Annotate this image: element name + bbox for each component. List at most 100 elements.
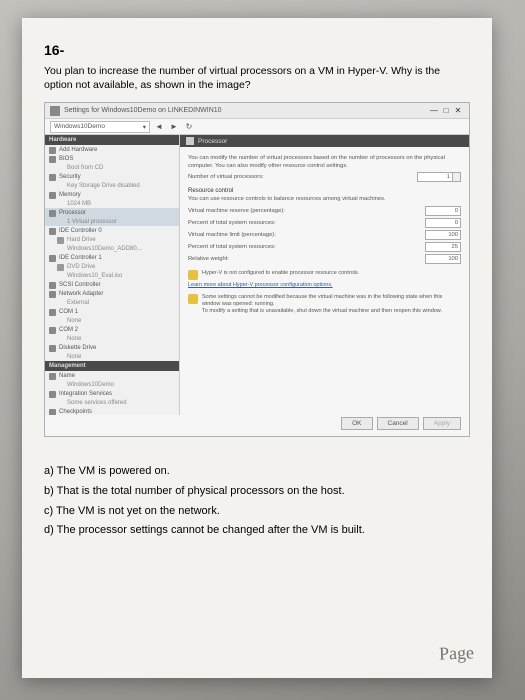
memory-icon xyxy=(49,192,56,199)
sidebar-item-com1-detail: None xyxy=(45,316,179,325)
reserve-label: Virtual machine reserve (percentage): xyxy=(188,208,425,214)
sidebar-item-memory[interactable]: Memory xyxy=(45,190,179,199)
pct-total1-label: Percent of total system resources: xyxy=(188,220,425,226)
limit-label: Virtual machine limit (percentage): xyxy=(188,232,425,238)
disk-icon xyxy=(57,237,64,244)
pct-total2-label: Percent of total system resources: xyxy=(188,244,425,250)
controller-icon xyxy=(49,255,56,262)
vm-selector-value: Windows10Demo xyxy=(54,123,105,131)
sidebar-item-com1[interactable]: COM 1 xyxy=(45,307,179,316)
processor-icon xyxy=(49,210,56,217)
vm-selector[interactable]: Windows10Demo ▾ xyxy=(50,121,150,133)
hardware-section-header: Hardware xyxy=(45,135,179,145)
ok-button[interactable]: OK xyxy=(341,417,372,430)
close-button[interactable]: ✕ xyxy=(452,106,464,115)
name-icon xyxy=(49,373,56,380)
sidebar-item-bios[interactable]: BIOS xyxy=(45,154,179,163)
services-icon xyxy=(49,391,56,398)
nav-next-button[interactable]: ► xyxy=(168,122,180,131)
vproc-input: 1 xyxy=(417,172,453,182)
weight-input[interactable]: 100 xyxy=(425,254,461,264)
content-pane: Processor You can modify the number of v… xyxy=(180,135,469,415)
answer-b: b) That is the total number of physical … xyxy=(44,483,470,501)
apply-button: Apply xyxy=(423,417,461,430)
answer-choices: a) The VM is powered on. b) That is the … xyxy=(44,463,470,539)
content-title: Processor xyxy=(198,138,227,145)
sidebar-item-diskette-detail: None xyxy=(45,352,179,361)
question-text: You plan to increase the number of virtu… xyxy=(44,64,470,92)
sidebar-item-name[interactable]: Name xyxy=(45,371,179,380)
answer-c: c) The VM is not yet on the network. xyxy=(44,503,470,521)
reserve-input[interactable]: 0 xyxy=(425,206,461,216)
title-bar: Settings for Windows10Demo on LINKEDINWI… xyxy=(45,103,469,119)
question-number: 16- xyxy=(44,42,470,58)
com-icon xyxy=(49,309,56,316)
chevron-down-icon: ▾ xyxy=(143,123,146,131)
sidebar-item-bios-detail: Boot from CD xyxy=(45,163,179,172)
sidebar-item-dvddrive[interactable]: DVD Drive xyxy=(45,262,179,271)
sidebar-item-ide0[interactable]: IDE Controller 0 xyxy=(45,226,179,235)
sidebar-item-network[interactable]: Network Adapter xyxy=(45,289,179,298)
sidebar-item-security-detail: Key Storage Drive disabled xyxy=(45,181,179,190)
sidebar-item-checkpoints[interactable]: Checkpoints xyxy=(45,407,179,415)
minimize-button[interactable]: — xyxy=(428,106,440,115)
management-section-header: Management xyxy=(45,361,179,371)
settings-sidebar: Hardware Add Hardware BIOS Boot from CD … xyxy=(45,135,180,415)
answer-a: a) The VM is powered on. xyxy=(44,463,470,481)
bios-icon xyxy=(49,156,56,163)
sidebar-item-add-hardware[interactable]: Add Hardware xyxy=(45,145,179,154)
warning-icon xyxy=(188,270,198,280)
sidebar-item-ide1[interactable]: IDE Controller 1 xyxy=(45,253,179,262)
controller-icon xyxy=(49,282,56,289)
cancel-button[interactable]: Cancel xyxy=(377,417,419,430)
weight-label: Relative weight: xyxy=(188,256,425,262)
sidebar-item-integration[interactable]: Integration Services xyxy=(45,389,179,398)
checkpoint-icon xyxy=(49,409,56,415)
dvd-icon xyxy=(57,264,64,271)
sidebar-item-security[interactable]: Security xyxy=(45,172,179,181)
sidebar-item-harddrive[interactable]: Hard Drive xyxy=(45,235,179,244)
content-header: Processor xyxy=(180,135,469,147)
dialog-buttons: OK Cancel Apply xyxy=(341,417,461,430)
controller-icon xyxy=(49,228,56,235)
learn-more-link[interactable]: Learn more about Hyper-V processor confi… xyxy=(188,282,461,288)
sidebar-item-harddrive-detail: Windows10Demo_ADD80... xyxy=(45,244,179,253)
sidebar-item-name-detail: Windows10Demo xyxy=(45,380,179,389)
sidebar-item-com2-detail: None xyxy=(45,334,179,343)
sidebar-item-memory-detail: 1024 MB xyxy=(45,199,179,208)
sidebar-item-com2[interactable]: COM 2 xyxy=(45,325,179,334)
answer-d: d) The processor settings cannot be chan… xyxy=(44,522,470,540)
rc-intro: You can use resource controls to balance… xyxy=(188,196,461,204)
settings-dialog: Settings for Windows10Demo on LINKEDINWI… xyxy=(44,102,470,437)
maximize-button[interactable]: □ xyxy=(440,106,452,115)
pct-total2-value: 25 xyxy=(425,242,461,252)
network-icon xyxy=(49,291,56,298)
toolbar: Windows10Demo ▾ ◄ ► ↻ xyxy=(45,119,469,135)
shield-icon xyxy=(49,174,56,181)
limit-input[interactable]: 100 xyxy=(425,230,461,240)
vproc-label: Number of virtual processors: xyxy=(188,174,417,180)
resource-control-title: Resource control xyxy=(188,188,461,194)
diskette-icon xyxy=(49,345,56,352)
sidebar-item-network-detail: External xyxy=(45,298,179,307)
add-hardware-icon xyxy=(49,147,56,154)
page-annotation: Page xyxy=(439,642,475,664)
window-title: Settings for Windows10Demo on LINKEDINWI… xyxy=(64,107,222,114)
settings-icon xyxy=(50,106,60,116)
com-icon xyxy=(49,327,56,334)
sidebar-item-scsi[interactable]: SCSI Controller xyxy=(45,280,179,289)
sidebar-item-diskette[interactable]: Diskette Drive xyxy=(45,343,179,352)
vproc-spinner xyxy=(453,172,461,182)
sidebar-item-processor-detail: 1 Virtual processor xyxy=(45,217,179,226)
nav-prev-button[interactable]: ◄ xyxy=(153,122,165,131)
refresh-button[interactable]: ↻ xyxy=(183,122,195,131)
printed-page: 16- You plan to increase the number of v… xyxy=(22,18,492,678)
warning-1-text: Hyper-V is not configured to enable proc… xyxy=(202,270,359,280)
pct-total1-value: 0 xyxy=(425,218,461,228)
warning-2-text: Some settings cannot be modified because… xyxy=(202,294,461,315)
sidebar-item-integration-detail: Some services offered xyxy=(45,398,179,407)
processor-icon xyxy=(186,137,194,145)
warning-1: Hyper-V is not configured to enable proc… xyxy=(188,270,461,280)
sidebar-item-processor[interactable]: Processor xyxy=(45,208,179,217)
warning-2: Some settings cannot be modified because… xyxy=(188,294,461,315)
